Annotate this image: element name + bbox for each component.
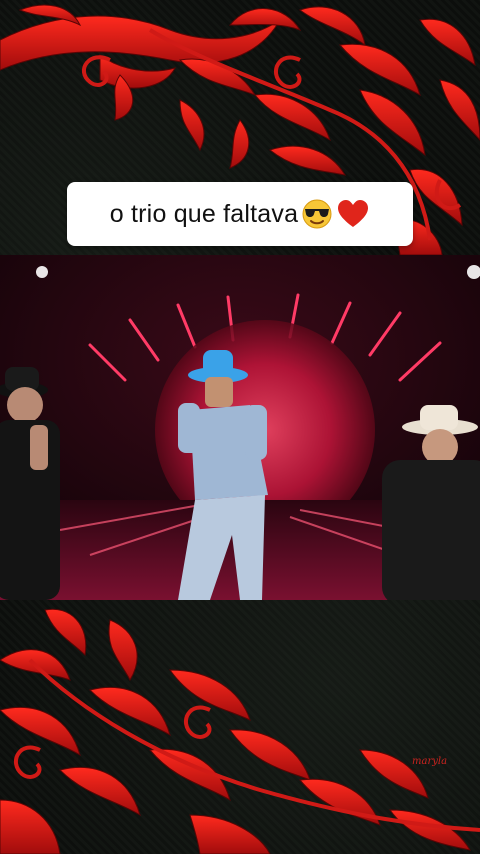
stage-performance-video[interactable] xyxy=(0,255,480,600)
caption-box: o trio que faltava xyxy=(67,182,413,246)
caption-text: o trio que faltava xyxy=(109,199,299,228)
bottom-red-floral-ornament xyxy=(0,608,480,854)
sunglasses-emoji-icon xyxy=(300,199,334,229)
reel-frame: o trio que faltava maryla xyxy=(0,0,480,854)
red-heart-emoji-icon xyxy=(336,199,370,229)
watermark-signature: maryla xyxy=(412,756,448,767)
